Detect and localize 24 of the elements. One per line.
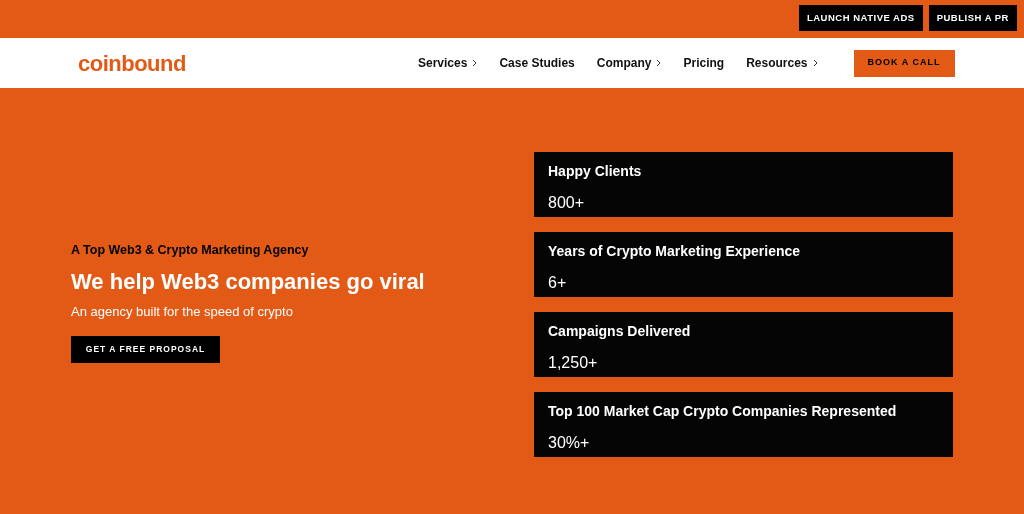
- stat-label: Happy Clients: [548, 162, 643, 180]
- book-call-button[interactable]: BOOK A CALL: [853, 49, 955, 77]
- free-proposal-button[interactable]: GET A FREE PROPOSAL: [71, 335, 220, 363]
- stat-value: 1,250+: [548, 353, 599, 373]
- subheadline: An agency built for the speed of crypto: [71, 303, 294, 321]
- chevron-right-icon: [656, 59, 662, 67]
- logo[interactable]: coinbound: [78, 46, 378, 80]
- headline: We help Web3 companies go viral: [71, 268, 426, 296]
- nav-link[interactable]: Services: [418, 54, 478, 72]
- nav-link[interactable]: Resources: [746, 54, 818, 72]
- stat-value: 800+: [548, 193, 586, 213]
- stat-value: 6+: [548, 273, 568, 293]
- stat-label: Years of Crypto Marketing Experience: [548, 242, 802, 260]
- chevron-right-icon: [472, 59, 478, 67]
- stat-label: Top 100 Market Cap Crypto Companies Represented: [548, 402, 898, 420]
- stat-value: 30%+: [548, 433, 591, 453]
- chevron-right-icon: [812, 59, 818, 67]
- nav-link[interactable]: Company: [596, 54, 662, 72]
- eyebrow-text: A Top Web3 & Crypto Marketing Agency: [71, 242, 310, 258]
- top-bar-button[interactable]: LAUNCH NATIVE ADS: [798, 5, 923, 31]
- nav-link[interactable]: Case Studies: [499, 54, 575, 72]
- stat-label: Campaigns Delivered: [548, 322, 692, 340]
- nav-link[interactable]: Pricing: [683, 54, 725, 72]
- top-bar-button[interactable]: PUBLISH A PR: [928, 5, 1017, 31]
